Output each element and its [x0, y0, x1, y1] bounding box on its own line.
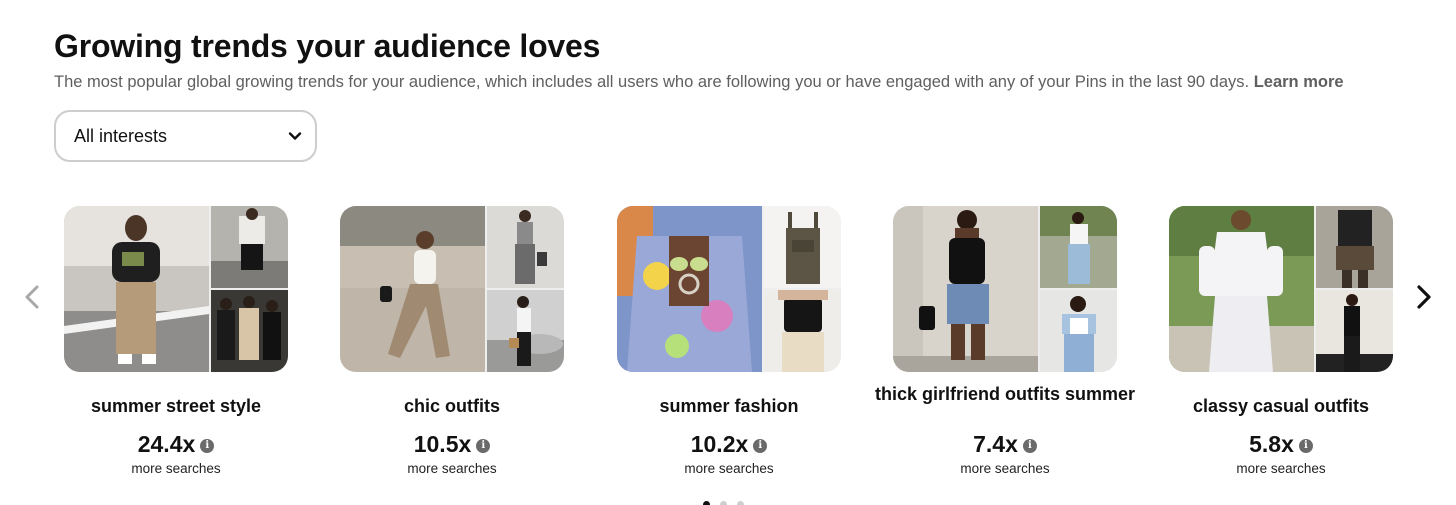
- chevron-down-icon: [288, 132, 302, 140]
- trend-multiplier: 24.4x: [137, 431, 196, 457]
- trend-side-image-bottom: [1316, 290, 1393, 372]
- description-text: The most popular global growing trends f…: [54, 73, 1250, 91]
- chevron-right-icon[interactable]: [1414, 283, 1434, 311]
- trend-side-image-bottom: [764, 290, 841, 372]
- info-icon[interactable]: i: [200, 438, 215, 453]
- growing-trends-page: Growing trends your audience loves The m…: [0, 0, 1456, 505]
- section-title: Growing trends your audience loves: [54, 28, 601, 64]
- trend-card-chic-outfits[interactable]: chic outfits 10.5x i more searches: [340, 206, 564, 476]
- chevron-left-icon[interactable]: [22, 283, 42, 311]
- trend-card-summer-fashion[interactable]: summer fashion 10.2x i more searches: [617, 206, 841, 476]
- trend-card-summer-street-style[interactable]: summer street style 24.4x i more searche…: [64, 206, 288, 476]
- info-icon[interactable]: i: [753, 438, 768, 453]
- trend-stat: 7.4x i: [893, 431, 1117, 458]
- trend-stat: 24.4x i: [64, 431, 288, 458]
- trend-multiplier: 5.8x: [1249, 431, 1294, 457]
- trend-image-collage[interactable]: [64, 206, 288, 372]
- trend-caption: more searches: [1236, 461, 1326, 476]
- pagination-dot[interactable]: [703, 501, 710, 505]
- interests-dropdown-value: All interests: [74, 125, 168, 146]
- trend-main-image: [617, 206, 762, 372]
- pagination-dot[interactable]: [720, 501, 727, 505]
- trend-caption: more searches: [131, 461, 221, 476]
- info-icon[interactable]: i: [476, 438, 491, 453]
- trend-side-image-bottom: [487, 290, 564, 372]
- trend-multiplier: 10.2x: [690, 431, 749, 457]
- trend-image-collage[interactable]: [617, 206, 841, 372]
- trend-caption: more searches: [407, 461, 497, 476]
- trend-label: classy casual outfits: [1192, 396, 1370, 416]
- learn-more-link[interactable]: Learn more: [1254, 73, 1344, 91]
- trend-image-collage[interactable]: [893, 206, 1117, 372]
- trend-stat: 5.8x i: [1169, 431, 1393, 458]
- trend-main-image: [340, 206, 485, 372]
- trend-stat: 10.5x i: [340, 431, 564, 458]
- trend-side-image-top: [1040, 206, 1117, 288]
- info-icon[interactable]: i: [1022, 438, 1037, 453]
- trend-main-image: [1169, 206, 1314, 372]
- carousel-pagination: [703, 501, 744, 505]
- info-icon[interactable]: i: [1298, 438, 1313, 453]
- trend-caption: more searches: [960, 461, 1050, 476]
- trend-card-classy-casual-outfits[interactable]: classy casual outfits 5.8x i more search…: [1169, 206, 1393, 476]
- trend-label: chic outfits: [403, 396, 500, 416]
- trend-side-image-top: [764, 206, 841, 288]
- trend-side-image-top: [211, 206, 288, 288]
- trend-side-image-bottom: [1040, 290, 1117, 372]
- trend-side-image-top: [1316, 206, 1393, 288]
- trend-multiplier: 10.5x: [413, 431, 472, 457]
- trend-side-image-top: [487, 206, 564, 288]
- trend-card-thick-girlfriend-outfits-summer[interactable]: thick girlfriend outfits summer 7.4x i m…: [875, 206, 1135, 476]
- trend-multiplier: 7.4x: [973, 431, 1018, 457]
- trend-image-collage[interactable]: [1169, 206, 1393, 372]
- interests-dropdown[interactable]: All interests: [54, 110, 317, 162]
- trend-image-collage[interactable]: [340, 206, 564, 372]
- trend-caption: more searches: [684, 461, 774, 476]
- pagination-dot[interactable]: [737, 501, 744, 505]
- section-description: The most popular global growing trends f…: [54, 73, 1344, 92]
- trend-main-image: [893, 206, 1038, 372]
- trend-side-image-bottom: [211, 290, 288, 372]
- trend-stat: 10.2x i: [617, 431, 841, 458]
- trend-main-image: [64, 206, 209, 372]
